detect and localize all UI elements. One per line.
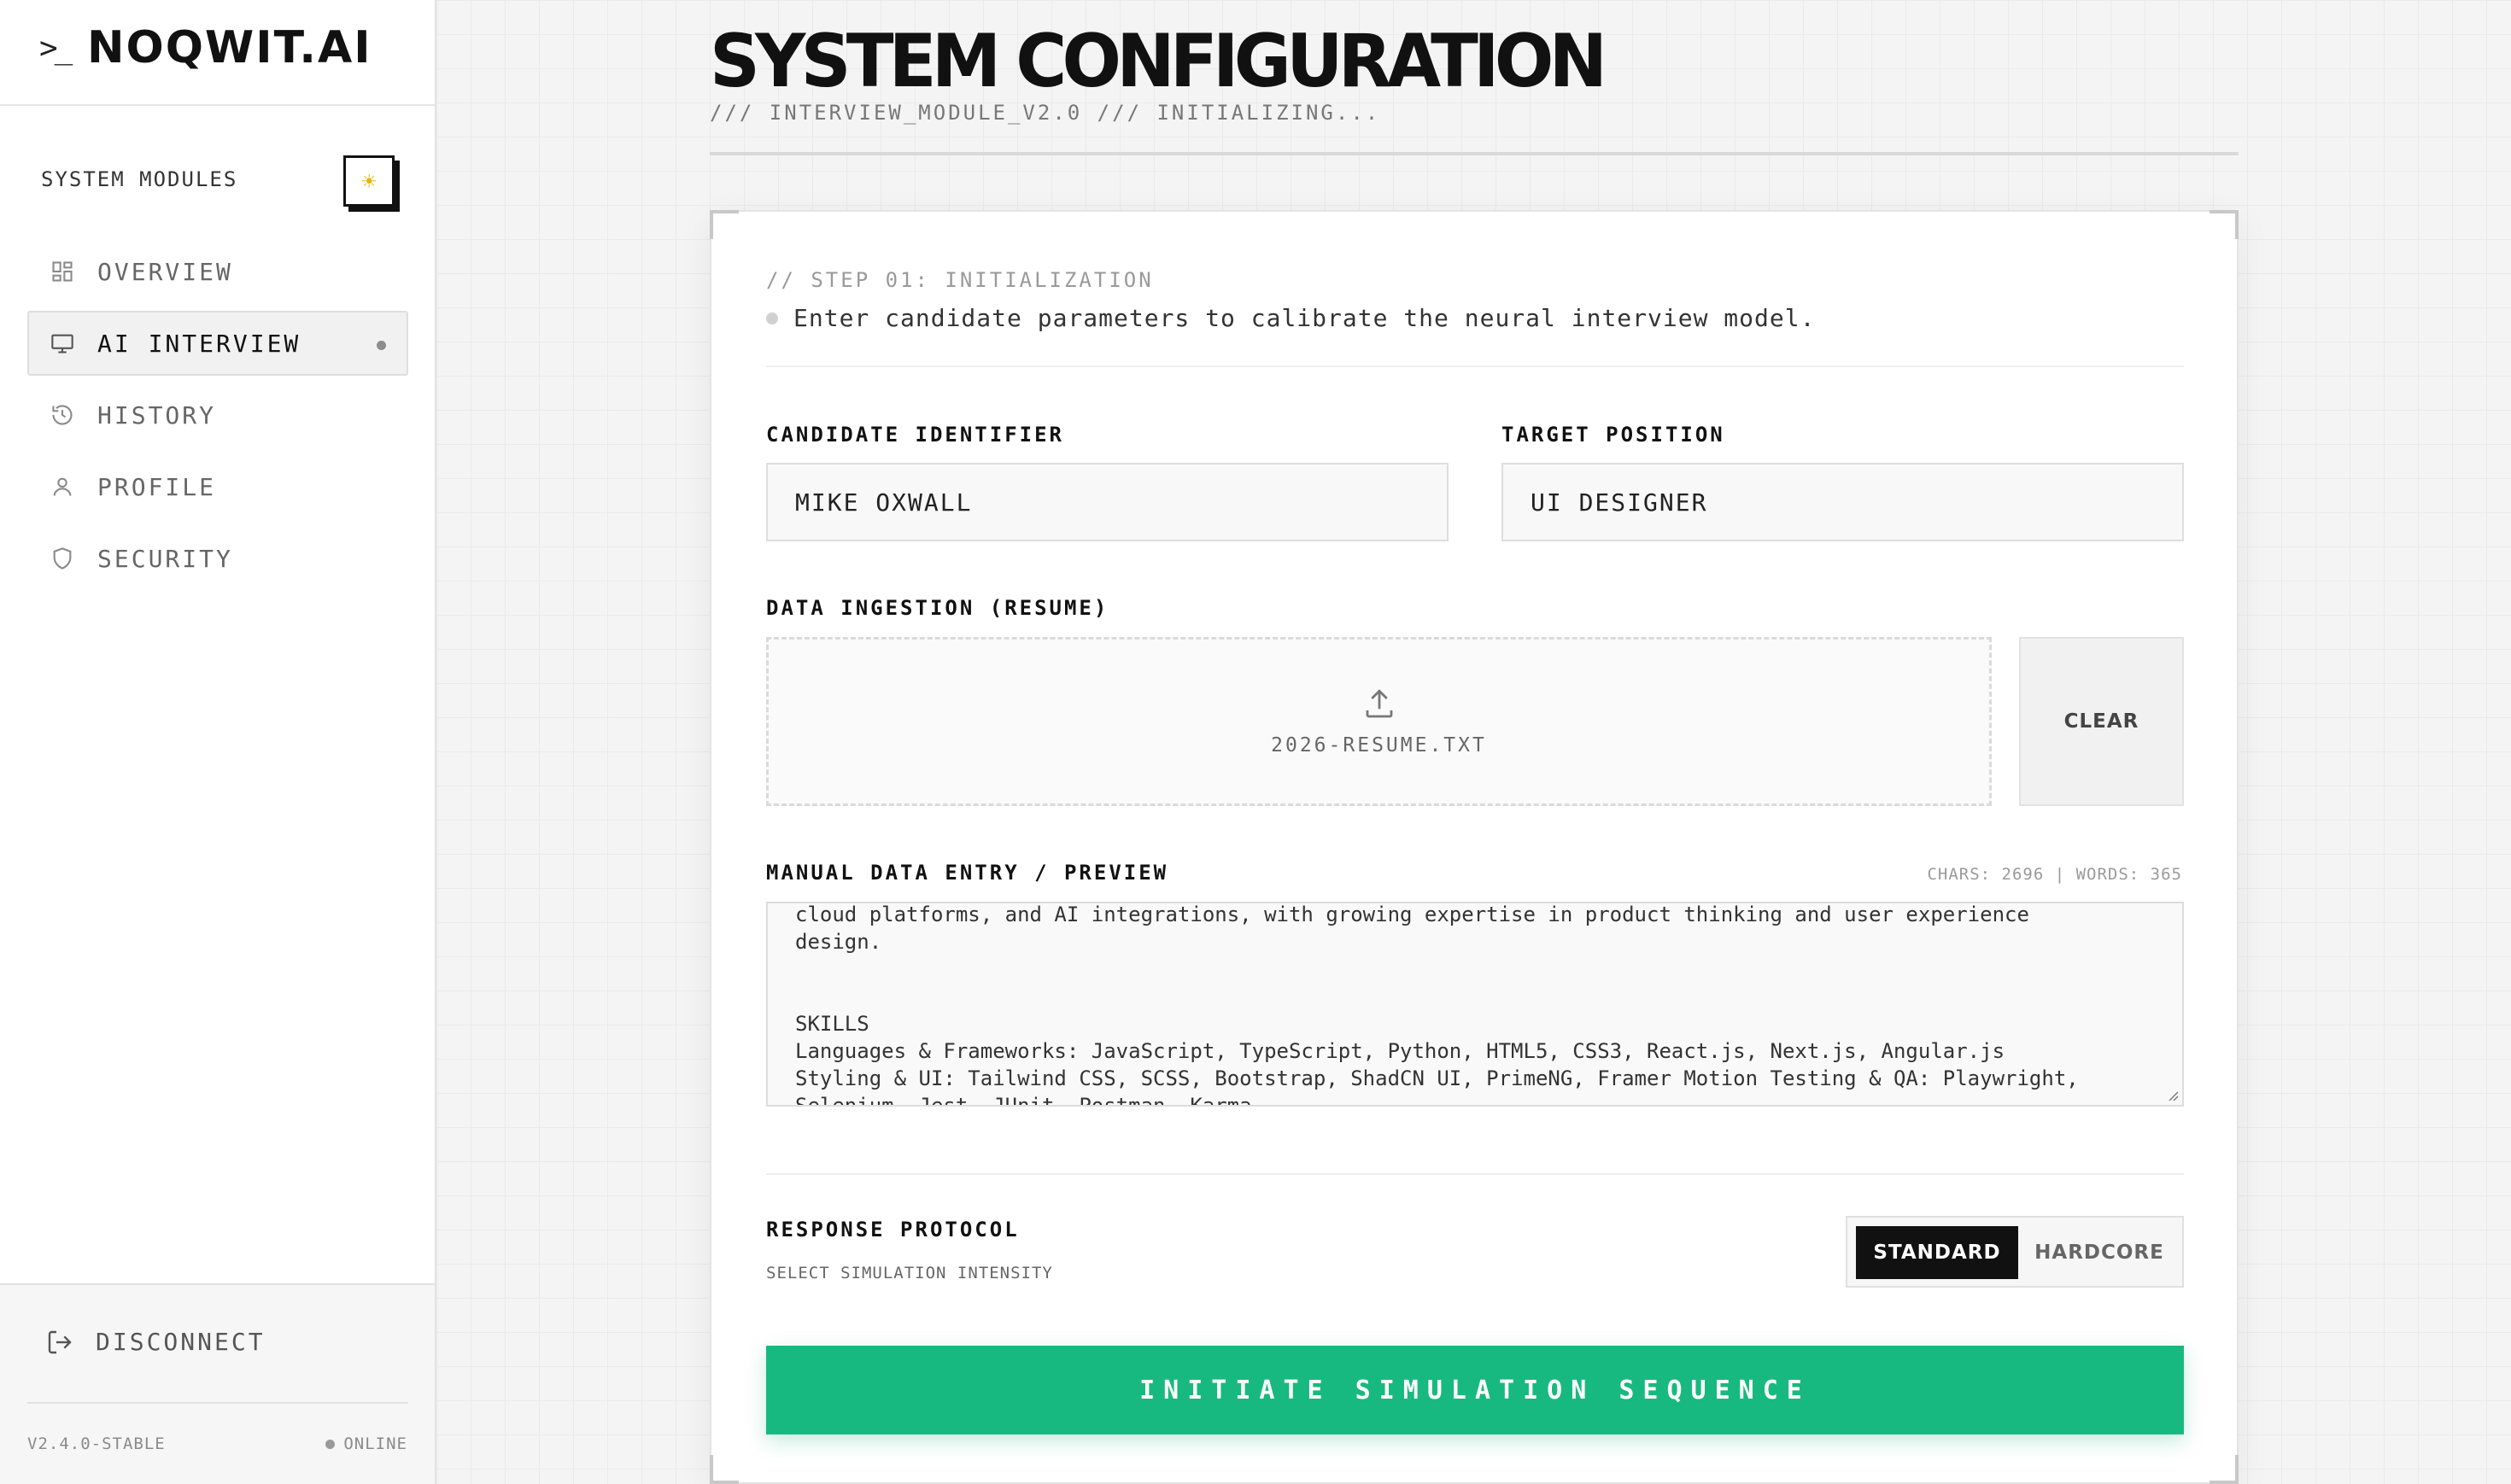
- divider: [766, 365, 2184, 367]
- sidebar-item-label: PROFILE: [97, 472, 217, 501]
- resume-text: cloud platforms, and AI integrations, wi…: [795, 903, 2079, 1107]
- resume-dropzone[interactable]: 2026-RESUME.TXT: [766, 637, 1992, 806]
- brand-header: >_ NOQWIT.AI: [0, 0, 435, 106]
- grid-icon: [50, 259, 75, 284]
- active-indicator-dot: [377, 341, 386, 350]
- sidebar: >_ NOQWIT.AI SYSTEM MODULES ☀ OVERVIEW A…: [0, 0, 436, 1484]
- sidebar-item-history[interactable]: HISTORY: [27, 383, 408, 447]
- title-divider: [710, 152, 2239, 155]
- corner-bracket: [710, 210, 739, 239]
- sidebar-item-overview[interactable]: OVERVIEW: [27, 239, 408, 304]
- bullet-icon: [766, 312, 778, 324]
- manual-entry-label: MANUAL DATA ENTRY / PREVIEW: [766, 861, 1169, 885]
- standard-option[interactable]: STANDARD: [1856, 1226, 2018, 1279]
- status-dot-icon: [325, 1439, 336, 1449]
- divider: [27, 1402, 408, 1404]
- configuration-card: // STEP 01: INITIALIZATION Enter candida…: [710, 210, 2239, 1484]
- logout-icon: [46, 1329, 73, 1356]
- status-label: ONLINE: [343, 1434, 407, 1453]
- candidate-label: CANDIDATE IDENTIFIER: [766, 423, 1064, 447]
- char-word-count: CHARS: 2696 | WORDS: 365: [1927, 865, 2182, 884]
- sidebar-item-ai-interview[interactable]: AI INTERVIEW: [27, 311, 408, 376]
- response-protocol-label: RESPONSE PROTOCOL: [766, 1218, 1020, 1242]
- version-label: V2.4.0-STABLE: [27, 1434, 166, 1453]
- disconnect-button[interactable]: DISCONNECT: [46, 1328, 266, 1356]
- corner-bracket: [2210, 210, 2239, 239]
- step-label: // STEP 01: INITIALIZATION: [766, 268, 1154, 292]
- main-content: SYSTEM CONFIGURATION /// INTERVIEW_MODUL…: [436, 0, 2511, 1484]
- position-input[interactable]: UI DESIGNER: [1501, 463, 2184, 541]
- candidate-input[interactable]: MIKE OXWALL: [766, 463, 1449, 541]
- sidebar-item-security[interactable]: SECURITY: [27, 526, 408, 591]
- monitor-icon: [50, 330, 75, 356]
- disconnect-label: DISCONNECT: [96, 1328, 266, 1356]
- position-label: TARGET POSITION: [1501, 423, 1725, 447]
- status-indicator: ONLINE: [325, 1434, 407, 1453]
- sun-icon: ☀: [361, 167, 377, 196]
- modules-title: SYSTEM MODULES: [41, 167, 238, 191]
- page-title: SYSTEM CONFIGURATION: [710, 19, 1607, 104]
- sidebar-item-label: AI INTERVIEW: [97, 329, 301, 358]
- uploaded-file-name: 2026-RESUME.TXT: [1271, 734, 1487, 757]
- user-icon: [50, 474, 75, 500]
- sidebar-item-profile[interactable]: PROFILE: [27, 454, 408, 519]
- page-subtitle: /// INTERVIEW_MODULE_V2.0 /// INITIALIZI…: [710, 101, 1381, 125]
- sidebar-nav: OVERVIEW AI INTERVIEW HISTORY PROFILE SE…: [27, 239, 408, 598]
- sidebar-item-label: OVERVIEW: [97, 257, 233, 286]
- upload-icon: [1361, 686, 1397, 722]
- intensity-toggle: STANDARD HARDCORE: [1846, 1216, 2184, 1288]
- sidebar-item-label: SECURITY: [97, 544, 233, 573]
- resume-textarea[interactable]: cloud platforms, and AI integrations, wi…: [766, 902, 2184, 1107]
- data-ingestion-label: DATA INGESTION (RESUME): [766, 596, 1109, 620]
- clear-button[interactable]: CLEAR: [2019, 637, 2184, 806]
- sidebar-item-label: HISTORY: [97, 400, 217, 429]
- resize-grip-icon[interactable]: [2165, 1088, 2179, 1101]
- corner-bracket: [710, 1455, 739, 1484]
- terminal-icon: >_: [39, 31, 73, 66]
- sidebar-footer: DISCONNECT V2.4.0-STABLE ONLINE: [0, 1283, 435, 1484]
- history-icon: [50, 402, 75, 428]
- hardcore-option[interactable]: HARDCORE: [2023, 1226, 2175, 1279]
- response-protocol-subtitle: SELECT SIMULATION INTENSITY: [766, 1264, 1053, 1282]
- theme-toggle-button[interactable]: ☀: [343, 155, 395, 207]
- initiate-simulation-button[interactable]: INITIATE SIMULATION SEQUENCE: [766, 1346, 2184, 1434]
- step-description: Enter candidate parameters to calibrate …: [766, 304, 2184, 332]
- corner-bracket: [2210, 1455, 2239, 1484]
- step-description-text: Enter candidate parameters to calibrate …: [793, 304, 1816, 332]
- brand-name[interactable]: NOQWIT.AI: [87, 22, 372, 73]
- shield-icon: [50, 546, 75, 571]
- divider: [766, 1173, 2184, 1175]
